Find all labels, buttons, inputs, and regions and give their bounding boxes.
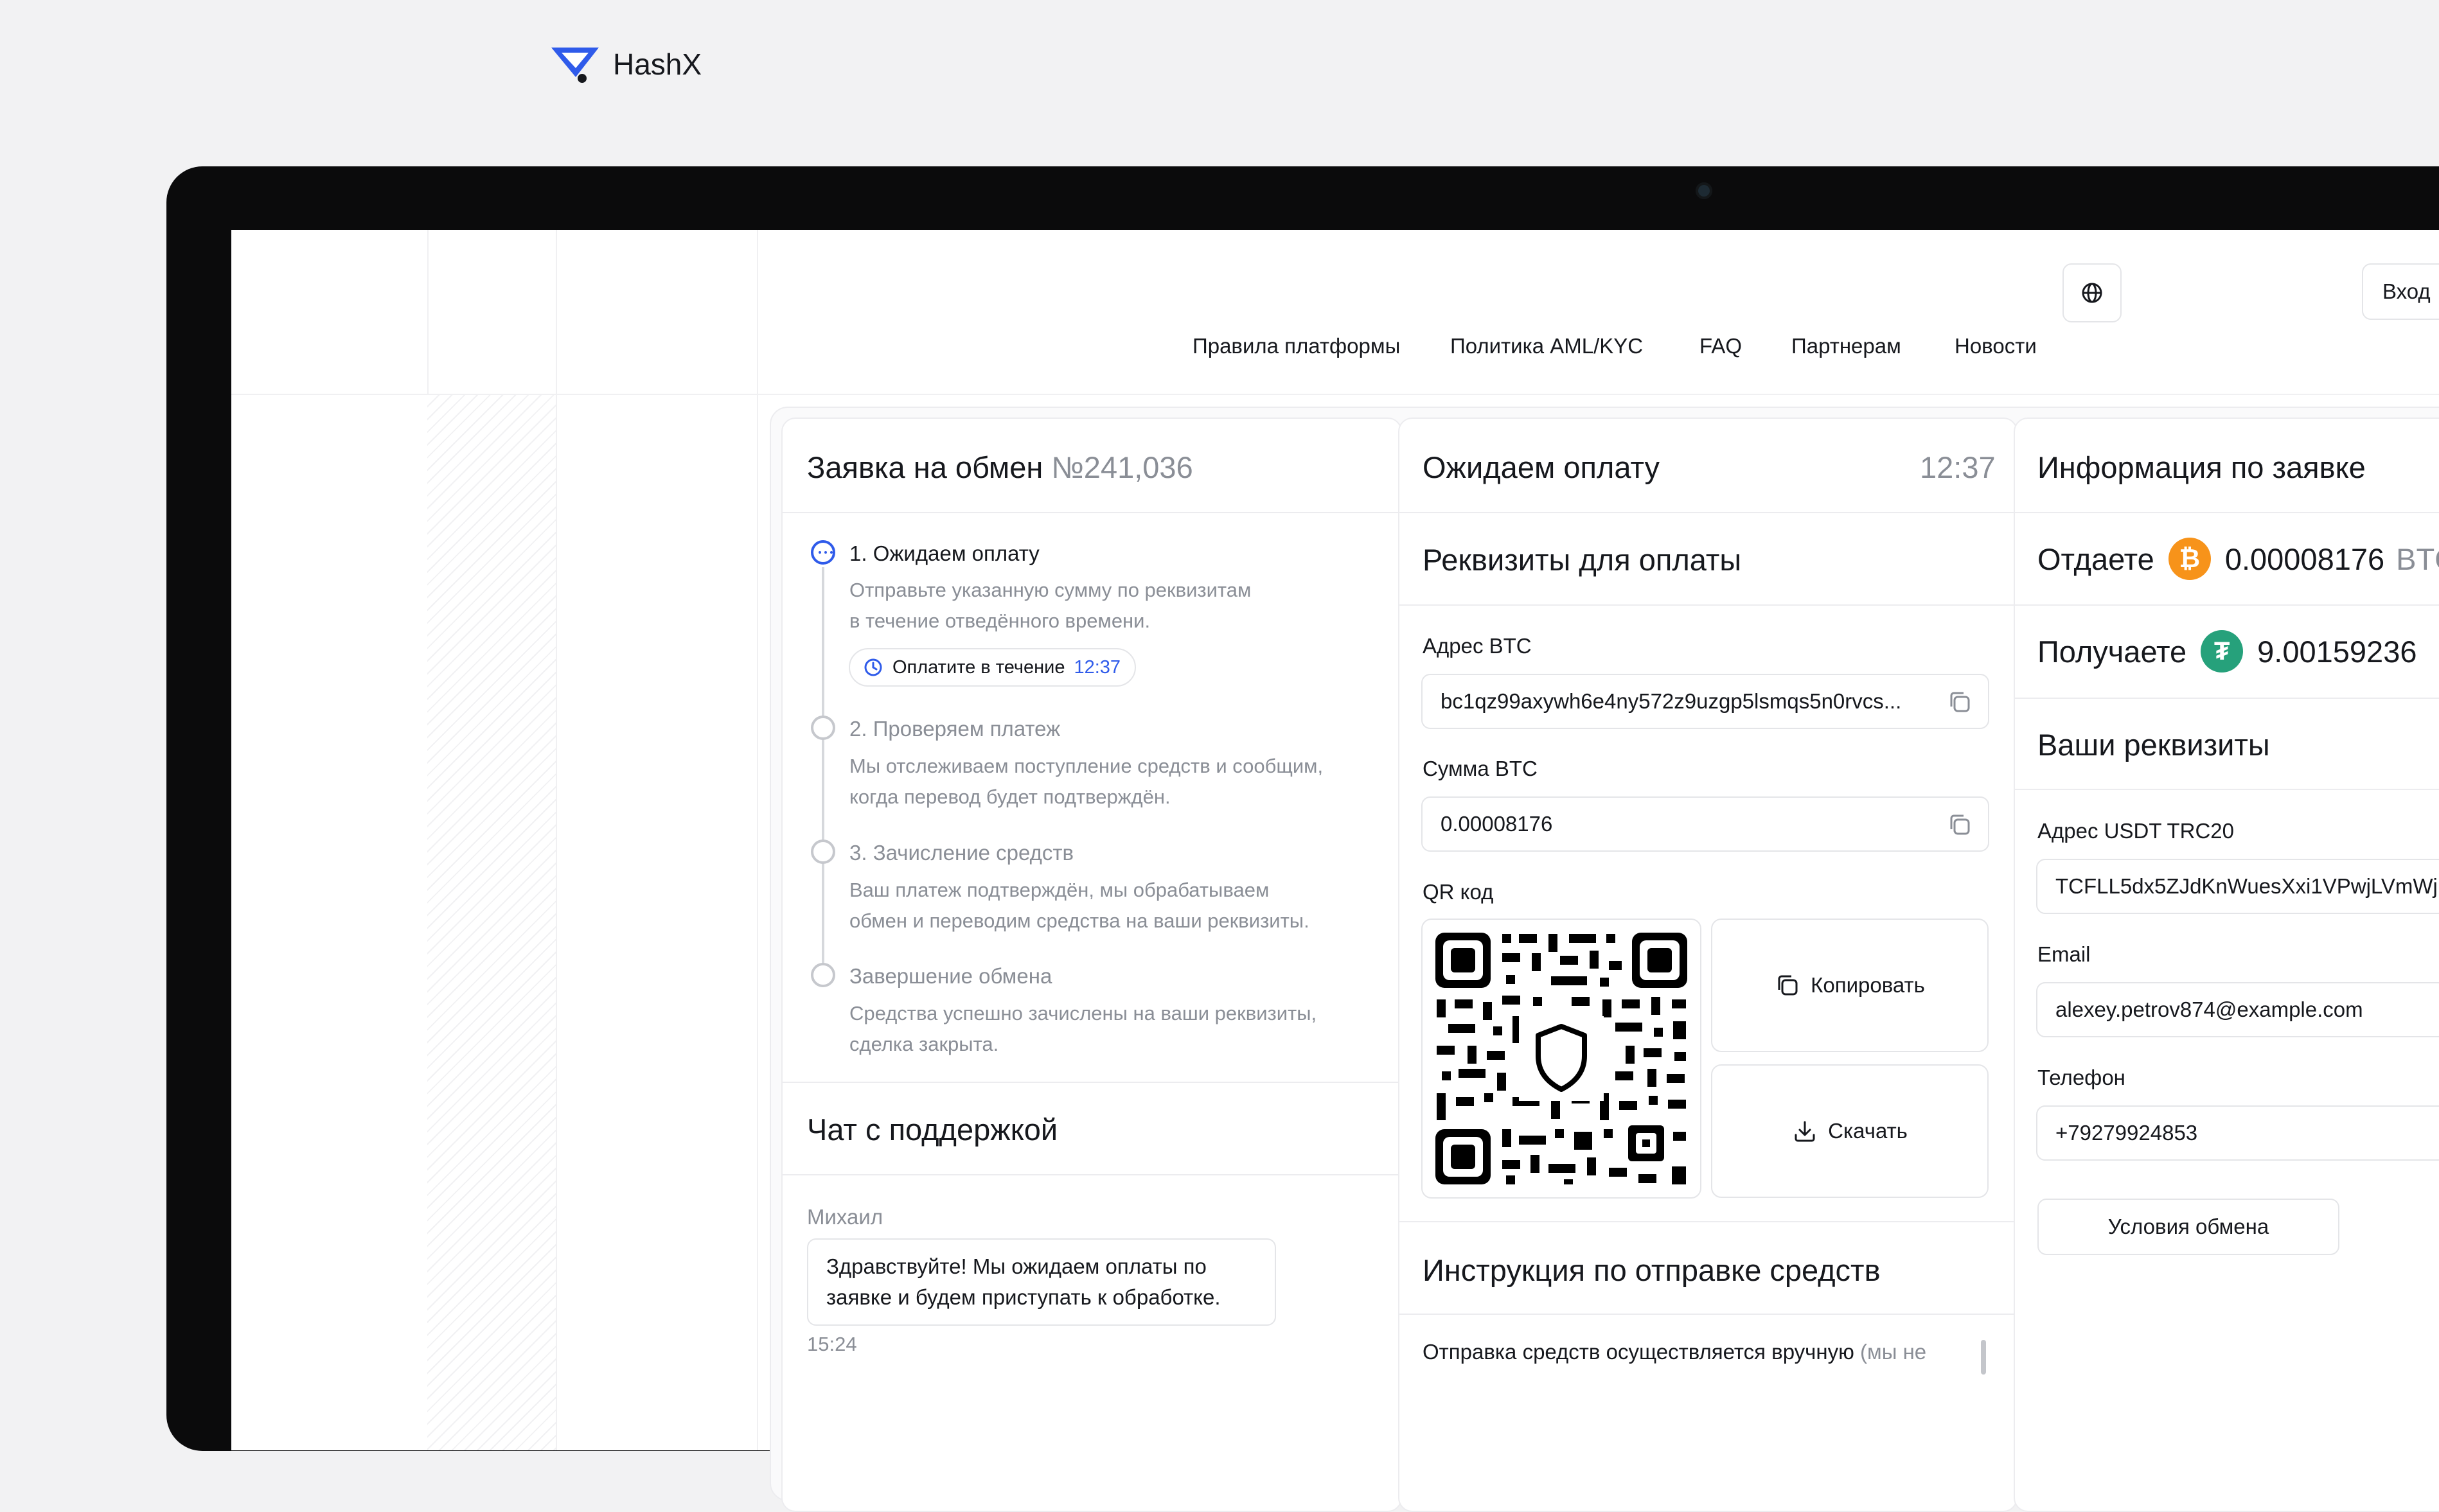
payment-title: Ожидаем оплату xyxy=(1423,450,1660,484)
divider xyxy=(1399,1221,2014,1222)
divider xyxy=(1399,1314,2014,1315)
give-amount: 0.00008176 xyxy=(2224,541,2385,576)
get-label: Получаете xyxy=(2037,634,2187,669)
copy-qr-label: Копировать xyxy=(1811,973,1925,997)
step-1-desc: Отправьте указанную сумму по реквизитам в… xyxy=(849,579,1252,632)
step-2-title: 2. Проверяем платеж xyxy=(849,717,1061,741)
qr-code xyxy=(1421,919,1701,1199)
qr-label: QR код xyxy=(1423,880,1494,904)
divider xyxy=(2015,789,2439,790)
brand-logo[interactable]: HashX xyxy=(550,45,702,84)
btc-amount-value: 0.00008176 xyxy=(1441,812,1553,836)
step-3-title: 3. Зачисление средств xyxy=(849,841,1074,865)
clock-icon xyxy=(864,658,882,676)
order-number: №241,036 xyxy=(1051,450,1193,484)
email-label: Email xyxy=(2037,942,2091,966)
login-button[interactable]: Вход xyxy=(2362,263,2439,320)
pay-within-time: 12:37 xyxy=(1074,656,1121,678)
btc-amount-field[interactable]: 0.00008176 xyxy=(1421,796,1989,852)
download-qr-label: Скачать xyxy=(1828,1119,1908,1143)
usdt-address-value: TCFLL5dx5ZJdKnWuesXxi1VPwjLVmWj xyxy=(2055,874,2438,898)
qr-code-icon xyxy=(1435,933,1687,1184)
pay-within-label: Оплатите в течение xyxy=(892,656,1065,678)
give-label: Отдаете xyxy=(2037,541,2154,576)
divider xyxy=(783,512,1398,513)
step-4-title: Завершение обмена xyxy=(849,964,1052,988)
chat-sender: Михаил xyxy=(807,1205,883,1229)
usdt-address-label: Адрес USDT TRC20 xyxy=(2037,819,2234,843)
grid-line xyxy=(556,230,557,1450)
divider xyxy=(783,1082,1398,1083)
hashx-logo-icon xyxy=(551,48,599,83)
usdt-address-field[interactable]: TCFLL5dx5ZJdKnWuesXxi1VPwjLVmWj xyxy=(2036,859,2439,914)
step-3-icon xyxy=(811,840,835,864)
give-unit: BTC xyxy=(2396,541,2439,576)
divider xyxy=(2015,698,2439,699)
instructions-title: Инструкция по отправке средств xyxy=(1423,1253,1881,1287)
get-amount: 9.00159236 xyxy=(2257,634,2417,669)
copy-icon xyxy=(1778,975,1798,996)
step-4-desc: Средства успешно зачислены на ваши рекви… xyxy=(849,1002,1317,1055)
nav-item-rules[interactable]: Правила платформы xyxy=(1193,334,1400,358)
divider xyxy=(1399,512,2014,513)
step-1-title: 1. Ожидаем оплату xyxy=(849,541,1040,565)
bitcoin-icon: ₿ xyxy=(2168,538,2211,580)
instructions-text: Отправка средств осуществляется вручную … xyxy=(1423,1340,1927,1364)
order-title-text: Заявка на обмен xyxy=(807,450,1043,484)
instructions-scrollbar[interactable] xyxy=(1981,1340,1986,1375)
payment-details-title: Реквизиты для оплаты xyxy=(1423,543,1742,577)
copy-icon[interactable] xyxy=(1947,812,1973,838)
exchange-conditions-button[interactable]: Условия обмена xyxy=(2037,1199,2339,1255)
chat-message: Здравствуйте! Мы ожидаем оплаты по заявке… xyxy=(807,1238,1276,1326)
btc-amount-label: Сумма BTC xyxy=(1423,757,1538,780)
tether-icon: ₮ xyxy=(2201,630,2244,672)
chat-title: Чат с поддержкой xyxy=(807,1112,1058,1147)
get-row: Получаете ₮ 9.00159236 xyxy=(2037,630,2417,672)
nav-item-news[interactable]: Новости xyxy=(1955,334,2037,358)
email-value: alexey.petrov874@example.com xyxy=(2055,998,2363,1021)
step-1-active-icon xyxy=(811,540,835,565)
step-2-desc: Мы отслеживаем поступление средств и соо… xyxy=(849,755,1324,808)
divider xyxy=(1399,604,2014,606)
step-2-icon xyxy=(811,716,835,740)
phone-label: Телефон xyxy=(2037,1066,2125,1089)
chat-time: 15:24 xyxy=(807,1333,857,1355)
divider xyxy=(2015,604,2439,606)
camera-icon xyxy=(1696,182,1712,199)
step-3-desc: Ваш платеж подтверждён, мы обрабатываем о… xyxy=(849,879,1309,932)
divider xyxy=(783,1174,1398,1175)
hatch-decoration xyxy=(427,395,556,1450)
nav-item-partners[interactable]: Партнерам xyxy=(1791,334,1901,358)
phone-value: +79279924853 xyxy=(2055,1121,2198,1145)
nav-item-faq[interactable]: FAQ xyxy=(1699,334,1742,358)
steps-line xyxy=(822,567,824,972)
order-title: Заявка на обмен №241,036 xyxy=(807,450,1193,485)
language-button[interactable] xyxy=(2062,263,2122,322)
requisites-title: Ваши реквизиты xyxy=(2037,728,2270,762)
grid-line xyxy=(231,394,2439,395)
copy-qr-button[interactable]: Копировать xyxy=(1711,919,1989,1052)
give-row: Отдаете ₿ 0.00008176 BTC xyxy=(2037,538,2439,580)
info-title: Информация по заявке xyxy=(2037,450,2366,484)
btc-address-field[interactable]: bc1qz99axywh6e4ny572z9uzgp5lsmqs5n0rvcs.… xyxy=(1421,674,1989,729)
btc-address-value: bc1qz99axywh6e4ny572z9uzgp5lsmqs5n0rvcs.… xyxy=(1441,689,1902,713)
payment-timer: 12:37 xyxy=(1920,450,1996,484)
download-icon xyxy=(1795,1121,1815,1142)
divider xyxy=(2015,512,2439,513)
btc-address-label: Адрес BTC xyxy=(1423,634,1532,658)
globe-icon xyxy=(2082,283,2102,303)
download-qr-button[interactable]: Скачать xyxy=(1711,1064,1989,1198)
brand-name: HashX xyxy=(613,48,702,81)
email-field[interactable]: alexey.petrov874@example.com xyxy=(2036,982,2439,1037)
grid-line xyxy=(757,230,758,1450)
step-4-icon xyxy=(811,963,835,987)
nav-item-aml[interactable]: Политика AML/KYC xyxy=(1450,334,1643,358)
phone-field[interactable]: +79279924853 xyxy=(2036,1105,2439,1161)
copy-icon[interactable] xyxy=(1947,689,1973,715)
pay-within-badge: Оплатите в течение 12:37 xyxy=(849,648,1137,687)
